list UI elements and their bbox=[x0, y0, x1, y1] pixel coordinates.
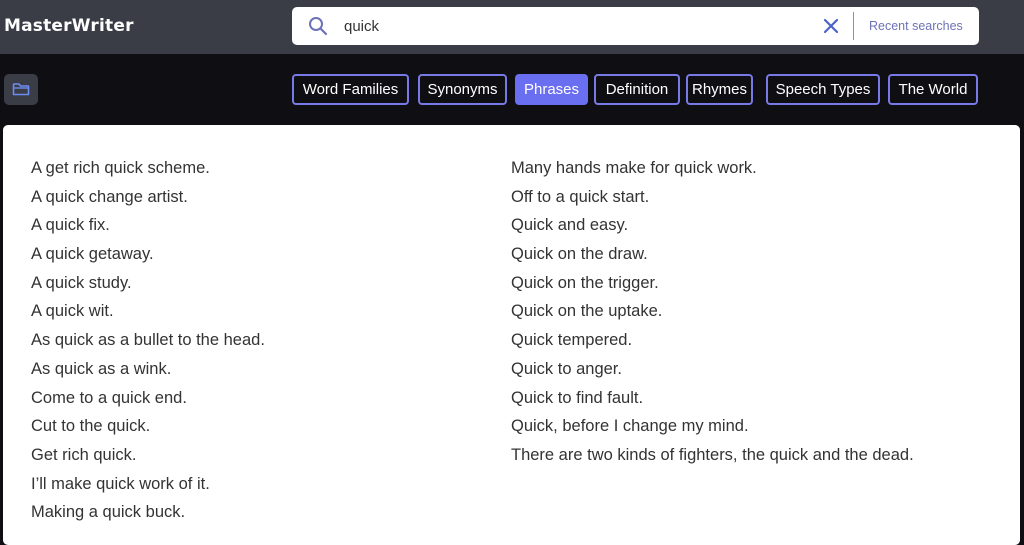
tab-rhymes[interactable]: Rhymes bbox=[686, 74, 753, 105]
phrase-item[interactable]: Off to a quick start. bbox=[511, 184, 914, 213]
phrase-item[interactable]: Quick to anger. bbox=[511, 356, 914, 385]
app-logo: MasterWriter bbox=[4, 16, 134, 36]
phrases-list-right: Many hands make for quick work. Off to a… bbox=[511, 155, 914, 471]
tab-the-world[interactable]: The World bbox=[888, 74, 978, 105]
phrase-item[interactable]: Quick tempered. bbox=[511, 327, 914, 356]
phrase-item[interactable]: A quick fix. bbox=[31, 212, 265, 241]
tab-word-families[interactable]: Word Families bbox=[292, 74, 409, 105]
tab-definition[interactable]: Definition bbox=[594, 74, 680, 105]
phrase-item[interactable]: Many hands make for quick work. bbox=[511, 155, 914, 184]
folder-button[interactable] bbox=[4, 74, 38, 105]
phrase-item[interactable]: A quick study. bbox=[31, 270, 265, 299]
recent-searches-link[interactable]: Recent searches bbox=[869, 17, 963, 35]
phrases-list-left: A get rich quick scheme. A quick change … bbox=[31, 155, 265, 528]
search-divider bbox=[853, 12, 854, 40]
phrase-item[interactable]: Quick on the trigger. bbox=[511, 270, 914, 299]
search-icon[interactable] bbox=[308, 16, 328, 36]
phrase-item[interactable]: There are two kinds of fighters, the qui… bbox=[511, 442, 914, 471]
tab-phrases[interactable]: Phrases bbox=[515, 74, 588, 105]
phrase-item[interactable]: Get rich quick. bbox=[31, 442, 265, 471]
search-box[interactable]: Recent searches bbox=[292, 7, 979, 45]
phrase-item[interactable]: Come to a quick end. bbox=[31, 385, 265, 414]
phrase-item[interactable]: As quick as a bullet to the head. bbox=[31, 327, 265, 356]
top-bar: MasterWriter Recent searches bbox=[0, 0, 1024, 54]
phrase-item[interactable]: A quick wit. bbox=[31, 298, 265, 327]
search-input[interactable] bbox=[344, 15, 804, 37]
close-icon[interactable] bbox=[822, 17, 840, 35]
tab-synonyms[interactable]: Synonyms bbox=[418, 74, 507, 105]
phrase-item[interactable]: Quick on the uptake. bbox=[511, 298, 914, 327]
phrase-item[interactable]: I’ll make quick work of it. bbox=[31, 471, 265, 500]
phrase-item[interactable]: A quick getaway. bbox=[31, 241, 265, 270]
phrase-item[interactable]: Making a quick buck. bbox=[31, 499, 265, 528]
phrases-panel: A get rich quick scheme. A quick change … bbox=[3, 125, 1020, 545]
phrase-item[interactable]: As quick as a wink. bbox=[31, 356, 265, 385]
phrase-item[interactable]: Quick and easy. bbox=[511, 212, 914, 241]
phrase-item[interactable]: A quick change artist. bbox=[31, 184, 265, 213]
phrase-item[interactable]: Quick on the draw. bbox=[511, 241, 914, 270]
phrase-item[interactable]: Cut to the quick. bbox=[31, 413, 265, 442]
phrase-item[interactable]: Quick, before I change my mind. bbox=[511, 413, 914, 442]
phrase-item[interactable]: Quick to find fault. bbox=[511, 385, 914, 414]
tab-speech-types[interactable]: Speech Types bbox=[766, 74, 880, 105]
phrase-item[interactable]: A get rich quick scheme. bbox=[31, 155, 265, 184]
